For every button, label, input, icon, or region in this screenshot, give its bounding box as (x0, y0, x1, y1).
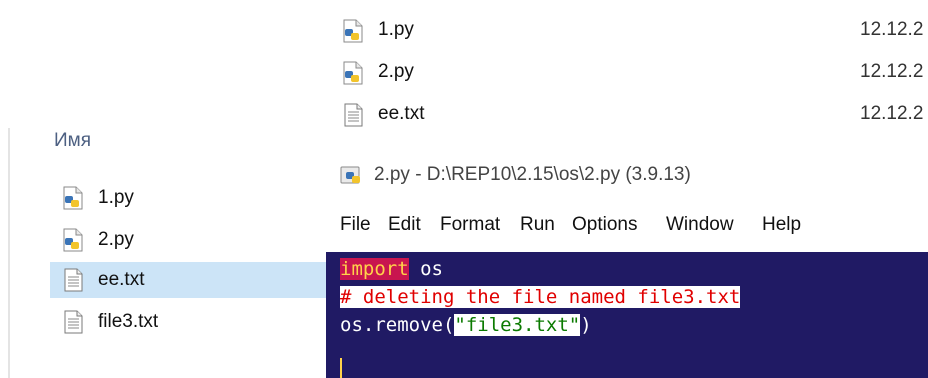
string-literal: "file3.txt" (454, 314, 581, 336)
file-name: 2.py (98, 229, 134, 250)
file-name: ee.txt (378, 103, 425, 124)
explorer-divider (8, 128, 10, 378)
column-header-name[interactable]: Имя (54, 130, 91, 152)
keyword-import: import (340, 258, 409, 280)
file-name: 1.py (378, 19, 414, 40)
left-file-row-4[interactable]: file3.txt (50, 304, 326, 340)
python-file-icon (342, 61, 364, 85)
text-file-icon (342, 103, 364, 127)
text-file-icon (62, 310, 84, 334)
code-line-2: # deleting the file named file3.txt (340, 286, 741, 312)
menu-options[interactable]: Options (572, 214, 637, 236)
code-line-1: import os (340, 258, 443, 284)
left-file-row-2[interactable]: 2.py (50, 222, 326, 258)
menu-bar: File Edit Format Run Options Window Help (326, 206, 928, 242)
idle-window: 2.py - D:\REP10\2.15\os\2.py (3.9.13) Fi… (326, 146, 928, 378)
python-file-icon (342, 19, 364, 43)
file-name: file3.txt (98, 311, 159, 332)
code-line-3: os.remove("file3.txt") (340, 314, 592, 340)
python-file-icon (62, 186, 84, 210)
module-name: os (408, 258, 443, 280)
menu-format[interactable]: Format (440, 214, 500, 236)
text-cursor (340, 358, 342, 378)
text-file-icon (62, 268, 84, 292)
menu-file[interactable]: File (340, 214, 371, 236)
menu-help[interactable]: Help (762, 214, 801, 236)
code-editor[interactable]: import os # deleting the file named file… (326, 252, 928, 378)
idle-app-icon (340, 164, 364, 188)
menu-run[interactable]: Run (520, 214, 555, 236)
menu-window[interactable]: Window (666, 214, 734, 236)
left-file-row-3-selected[interactable]: ee.txt (50, 262, 326, 298)
file-name: ee.txt (98, 269, 145, 290)
file-name: 2.py (378, 61, 414, 82)
menu-edit[interactable]: Edit (388, 214, 421, 236)
left-file-row-1[interactable]: 1.py (50, 180, 326, 216)
python-file-icon (62, 228, 84, 252)
top-file-row-3[interactable]: ee.txt 12.12.2 (340, 98, 928, 132)
top-file-row-2[interactable]: 2.py 12.12.2 (340, 56, 928, 90)
window-title: 2.py - D:\REP10\2.15\os\2.py (3.9.13) (374, 164, 691, 185)
file-name: 1.py (98, 187, 134, 208)
call-prefix: os.remove( (340, 314, 455, 336)
file-date: 12.12.2 (860, 19, 924, 40)
title-bar[interactable]: 2.py - D:\REP10\2.15\os\2.py (3.9.13) (326, 146, 928, 204)
file-date: 12.12.2 (860, 103, 924, 124)
file-date: 12.12.2 (860, 61, 924, 82)
call-suffix: ) (580, 314, 592, 336)
top-file-row-1[interactable]: 1.py 12.12.2 (340, 14, 928, 48)
comment-text: # deleting the file named file3.txt (340, 286, 741, 308)
